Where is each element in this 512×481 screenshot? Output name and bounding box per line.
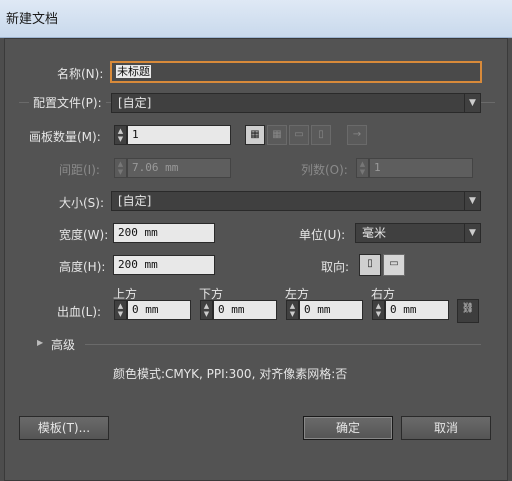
artboards-input[interactable]: 1 [127,125,231,145]
templates-button[interactable]: 模板(T)... [19,416,109,440]
link-bleed-icon[interactable]: ⛓ [457,299,479,323]
arrow-right-icon[interactable]: → [347,125,367,145]
bleed-top-input[interactable]: 0 mm [127,300,191,320]
bleed-bottom-stepper[interactable]: ▲ ▼ [200,300,213,320]
bleed-left-input[interactable]: 0 mm [299,300,363,320]
size-dropdown[interactable]: [自定] ▼ [111,191,481,211]
chevron-down-icon: ▼ [464,192,480,210]
units-value: 毫米 [362,226,387,240]
size-label: 大小(S): [59,196,105,210]
name-value: 未标题 [116,65,151,78]
ok-button[interactable]: 确定 [303,416,393,440]
artboards-stepper[interactable]: ▲ ▼ [114,125,127,145]
columns-stepper[interactable]: ▲ ▼ [356,158,369,178]
bleed-left-stepper[interactable]: ▲ ▼ [286,300,299,320]
name-label: 名称(N): [57,67,104,81]
arrange-by-row-icon[interactable]: ▭ [289,125,309,145]
bleed-bottom-input[interactable]: 0 mm [213,300,277,320]
grid-by-row-icon[interactable]: ▦ [245,125,265,145]
name-input[interactable]: 未标题 [110,61,482,83]
grid-by-column-icon[interactable]: ▦ [267,125,287,145]
height-label: 高度(H): [59,260,106,274]
size-value: [自定] [118,194,152,208]
columns-label: 列数(O): [301,163,348,177]
portrait-orientation-icon[interactable]: ▯ [359,254,381,276]
width-label: 宽度(W): [59,228,109,242]
window-title: 新建文档 [6,12,59,27]
landscape-orientation-icon[interactable]: ▭ [383,254,405,276]
window-titlebar: 新建文档 [0,0,512,38]
new-document-dialog: 名称(N): 未标题 配置文件(P): [自定] ▼ 画板数量(M): ▲ ▼ 1… [4,38,508,481]
chevron-down-icon: ▼ [464,224,480,242]
profile-dropdown[interactable]: [自定] ▼ [111,93,481,113]
bleed-label: 出血(L): [57,305,102,319]
spacing-label: 间距(I): [59,163,100,177]
advanced-divider [85,344,481,345]
cancel-button[interactable]: 取消 [401,416,491,440]
bleed-right-stepper[interactable]: ▲ ▼ [372,300,385,320]
units-label: 单位(U): [299,228,346,242]
profile-value: [自定] [118,96,152,110]
arrange-by-column-icon[interactable]: ▯ [311,125,331,145]
chevron-down-icon: ▼ [464,94,480,112]
bleed-right-input[interactable]: 0 mm [385,300,449,320]
advanced-label[interactable]: 高级 [51,336,75,353]
spacing-stepper[interactable]: ▲ ▼ [114,158,127,178]
height-input[interactable]: 200 mm [113,255,215,275]
bleed-top-stepper[interactable]: ▲ ▼ [114,300,127,320]
width-input[interactable]: 200 mm [113,223,215,243]
columns-input[interactable]: 1 [369,158,473,178]
units-dropdown[interactable]: 毫米 ▼ [355,223,481,243]
profile-label: 配置文件(P): [29,94,106,111]
spacing-input[interactable]: 7.06 mm [127,158,231,178]
artboards-label: 画板数量(M): [29,130,101,144]
expand-triangle-icon[interactable]: ▶ [37,338,43,347]
orientation-label: 取向: [321,260,350,274]
document-info-text: 颜色模式:CMYK, PPI:300, 对齐像素网格:否 [113,367,348,381]
